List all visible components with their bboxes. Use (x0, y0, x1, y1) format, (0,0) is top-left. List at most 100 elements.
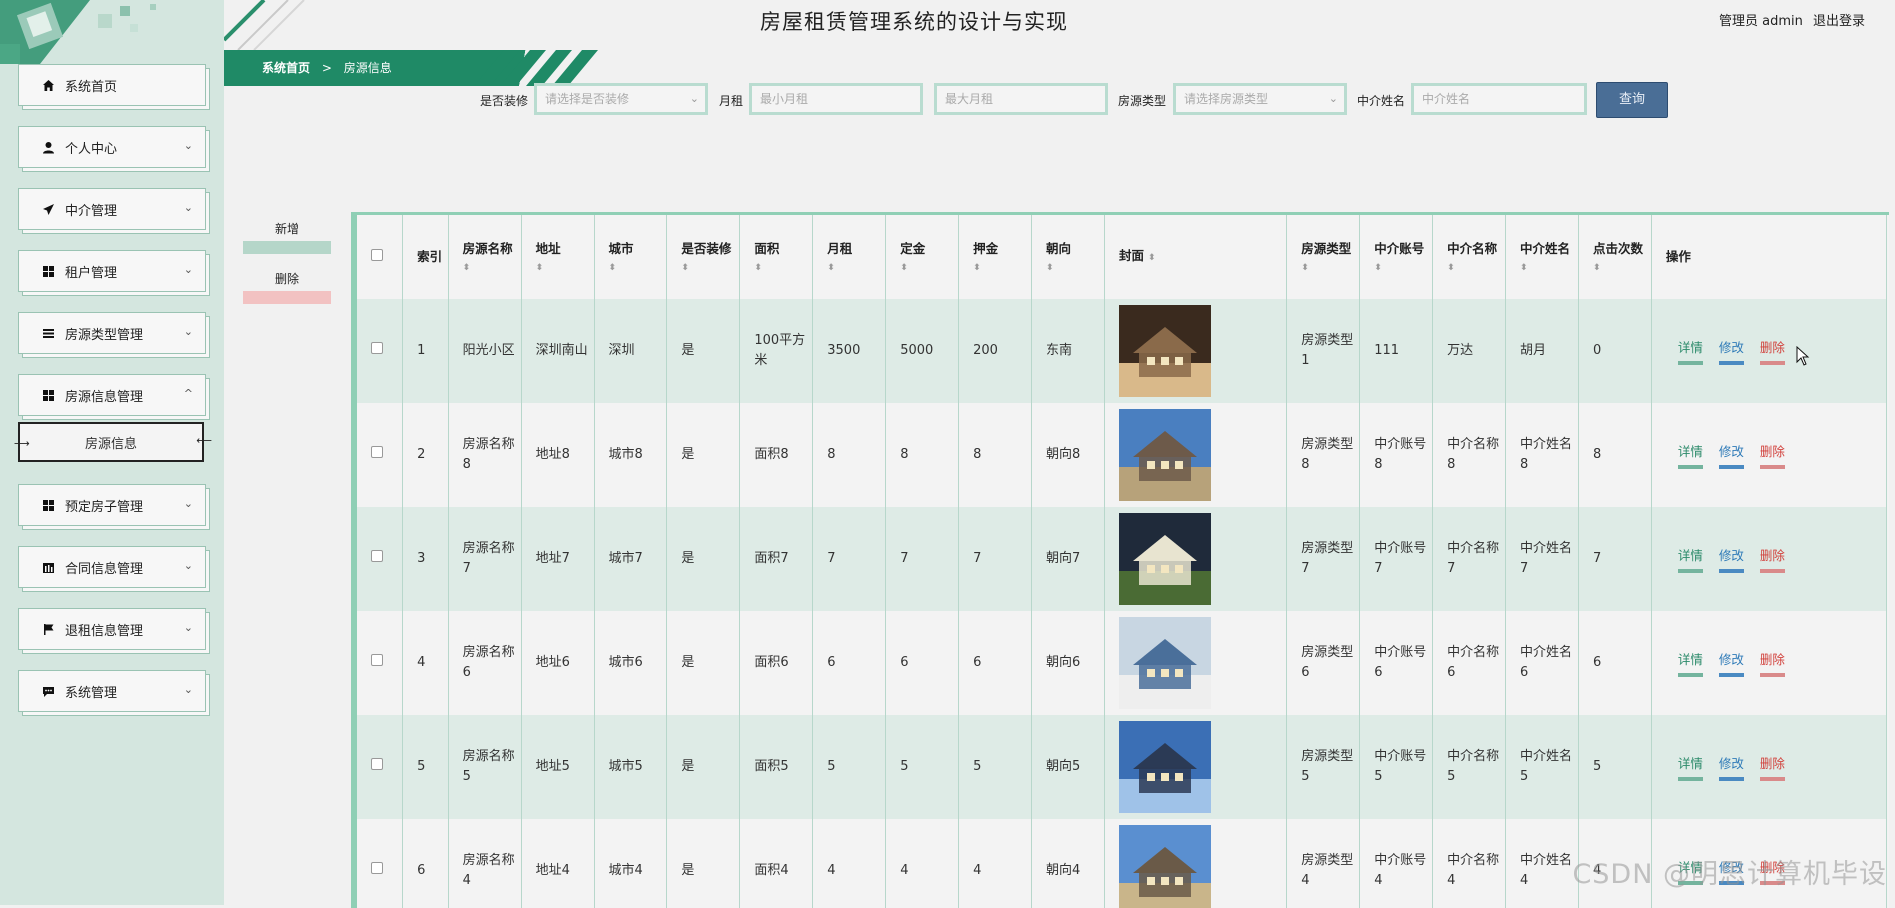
table-row: 2 房源名称8 地址8 城市8 是面积8 8 8 8 朝向8 房源类型8 中介账号8 中介名称8 中介姓… (357, 403, 1888, 507)
sort-icon[interactable]: ⬍ (973, 261, 1031, 275)
cell-clicks: 8 (1578, 403, 1652, 507)
row-checkbox[interactable] (371, 550, 383, 562)
cover-image[interactable] (1118, 513, 1211, 605)
col-rent[interactable]: 月租 ⬍ (812, 215, 887, 299)
edit-button[interactable]: 修改 (1718, 546, 1744, 573)
row-checkbox[interactable] (371, 342, 383, 354)
arrow-left-icon: ⟵ (196, 434, 212, 447)
sort-icon[interactable]: ⬍ (754, 261, 812, 275)
type-select[interactable]: 请选择房源类型 ⌄ (1173, 83, 1347, 115)
delete-button[interactable]: 删除 (243, 270, 331, 304)
col-address[interactable]: 地址 ⬍ (521, 215, 595, 299)
col-orientation[interactable]: 朝向 ⬍ (1031, 215, 1105, 299)
col-decorated[interactable]: 是否装修 ⬍ (666, 215, 741, 299)
sort-icon[interactable]: ⬍ (1447, 261, 1505, 275)
row-checkbox[interactable] (371, 446, 383, 458)
send-icon (41, 202, 55, 216)
col-agent-account[interactable]: 中介账号 ⬍ (1359, 215, 1434, 299)
detail-button[interactable]: 详情 (1677, 754, 1703, 781)
cover-image[interactable] (1118, 617, 1211, 709)
select-all-header (357, 215, 404, 299)
sort-icon[interactable]: ⬍ (1046, 261, 1104, 275)
sort-icon[interactable]: ⬍ (1301, 261, 1359, 275)
cell-index: 4 (402, 611, 449, 715)
detail-button[interactable]: 详情 (1677, 546, 1703, 573)
sidebar-item-agents[interactable]: 中介管理 ⌄ (18, 188, 206, 230)
row-delete-button[interactable]: 删除 (1759, 650, 1785, 677)
sidebar-item-house-info[interactable]: 房源信息管理 ^ (18, 374, 206, 416)
chevron-up-icon: ^ (183, 387, 193, 400)
cell-agent-account: 中介账号4 (1359, 819, 1434, 908)
sort-icon[interactable]: ⬍ (1593, 261, 1651, 275)
detail-button[interactable]: 详情 (1677, 442, 1703, 469)
cover-image[interactable] (1118, 305, 1211, 397)
row-delete-button[interactable]: 删除 (1759, 858, 1785, 885)
row-delete-button[interactable]: 删除 (1759, 754, 1785, 781)
col-city[interactable]: 城市 ⬍ (594, 215, 668, 299)
col-type[interactable]: 房源类型 ⬍ (1286, 215, 1361, 299)
sort-icon[interactable]: ⬍ (609, 261, 667, 275)
row-checkbox[interactable] (371, 758, 383, 770)
flag-icon (41, 622, 55, 636)
sidebar-item-tenants[interactable]: 租户管理 ⌄ (18, 250, 206, 292)
detail-button[interactable]: 详情 (1677, 650, 1703, 677)
edit-button[interactable]: 修改 (1718, 858, 1744, 885)
edit-button[interactable]: 修改 (1718, 442, 1744, 469)
col-agent-person[interactable]: 中介姓名 ⬍ (1505, 215, 1579, 299)
sidebar-item-bookings[interactable]: 预定房子管理 ⌄ (18, 484, 206, 526)
cover-image[interactable] (1118, 409, 1211, 501)
cell-cover (1104, 715, 1288, 819)
col-index[interactable]: 索引 (402, 215, 449, 299)
search-button[interactable]: 查询 (1596, 82, 1668, 118)
sidebar-item-profile[interactable]: 个人中心 ⌄ (18, 126, 206, 168)
col-area[interactable]: 面积 ⬍ (739, 215, 814, 299)
user-label: 管理员 admin (1718, 14, 1803, 29)
col-clicks[interactable]: 点击次数 ⬍ (1578, 215, 1652, 299)
sort-icon[interactable]: ⬍ (1520, 261, 1578, 275)
logout-link[interactable]: 退出登录 (1813, 14, 1865, 29)
cover-image[interactable] (1118, 825, 1211, 908)
sidebar-item-contracts[interactable]: 合同信息管理 ⌄ (18, 546, 206, 588)
sort-icon[interactable]: ⬍ (1148, 253, 1156, 263)
edit-button[interactable]: 修改 (1718, 754, 1744, 781)
select-all-checkbox[interactable] (371, 249, 383, 261)
add-button[interactable]: 新增 (243, 220, 331, 254)
sidebar-item-checkout[interactable]: 退租信息管理 ⌄ (18, 608, 206, 650)
cover-image[interactable] (1118, 721, 1211, 813)
sort-icon[interactable]: ⬍ (900, 261, 958, 275)
sidebar-item-system[interactable]: 系统管理 ⌄ (18, 670, 206, 712)
edit-button[interactable]: 修改 (1718, 338, 1744, 365)
sort-icon[interactable]: ⬍ (1374, 261, 1432, 275)
row-checkbox[interactable] (371, 654, 383, 666)
cell-name: 房源名称4 (448, 819, 522, 908)
row-delete-button[interactable]: 删除 (1759, 338, 1785, 365)
cell-ops: 详情 修改 删除 (1651, 611, 1888, 715)
breadcrumb-home[interactable]: 系统首页 (262, 61, 310, 75)
sidebar-item-house-types[interactable]: 房源类型管理 ⌄ (18, 312, 206, 354)
col-guarantee[interactable]: 押金 ⬍ (958, 215, 1033, 299)
sidebar-subitem-house-info[interactable]: ⟶ 房源信息 ⟵ (14, 422, 212, 462)
col-agent-name[interactable]: 中介名称 ⬍ (1432, 215, 1507, 299)
row-delete-button[interactable]: 删除 (1759, 442, 1785, 469)
detail-button[interactable]: 详情 (1677, 338, 1703, 365)
breadcrumb-current: 房源信息 (343, 61, 392, 75)
type-placeholder: 请选择房源类型 (1184, 92, 1269, 106)
sort-icon[interactable]: ⬍ (827, 261, 885, 275)
detail-button[interactable]: 详情 (1677, 858, 1703, 885)
row-checkbox[interactable] (371, 862, 383, 874)
row-delete-button[interactable]: 删除 (1759, 546, 1785, 573)
sort-icon[interactable]: ⬍ (463, 261, 521, 275)
agent-input[interactable]: 中介姓名 (1411, 83, 1587, 115)
col-cover[interactable]: 封面 ⬍ (1104, 215, 1288, 299)
cell-city: 城市7 (594, 507, 668, 611)
sort-icon[interactable]: ⬍ (536, 261, 594, 275)
rent-max-input[interactable]: 最大月租 (934, 83, 1108, 115)
rent-min-input[interactable]: 最小月租 (749, 83, 923, 115)
edit-button[interactable]: 修改 (1718, 650, 1744, 677)
col-name[interactable]: 房源名称 ⬍ (448, 215, 522, 299)
cell-index: 1 (402, 299, 449, 403)
sort-icon[interactable]: ⬍ (681, 261, 739, 275)
decoration-select[interactable]: 请选择是否装修 ⌄ (534, 83, 708, 115)
col-deposit[interactable]: 定金 ⬍ (885, 215, 960, 299)
cell-address: 地址7 (521, 507, 595, 611)
